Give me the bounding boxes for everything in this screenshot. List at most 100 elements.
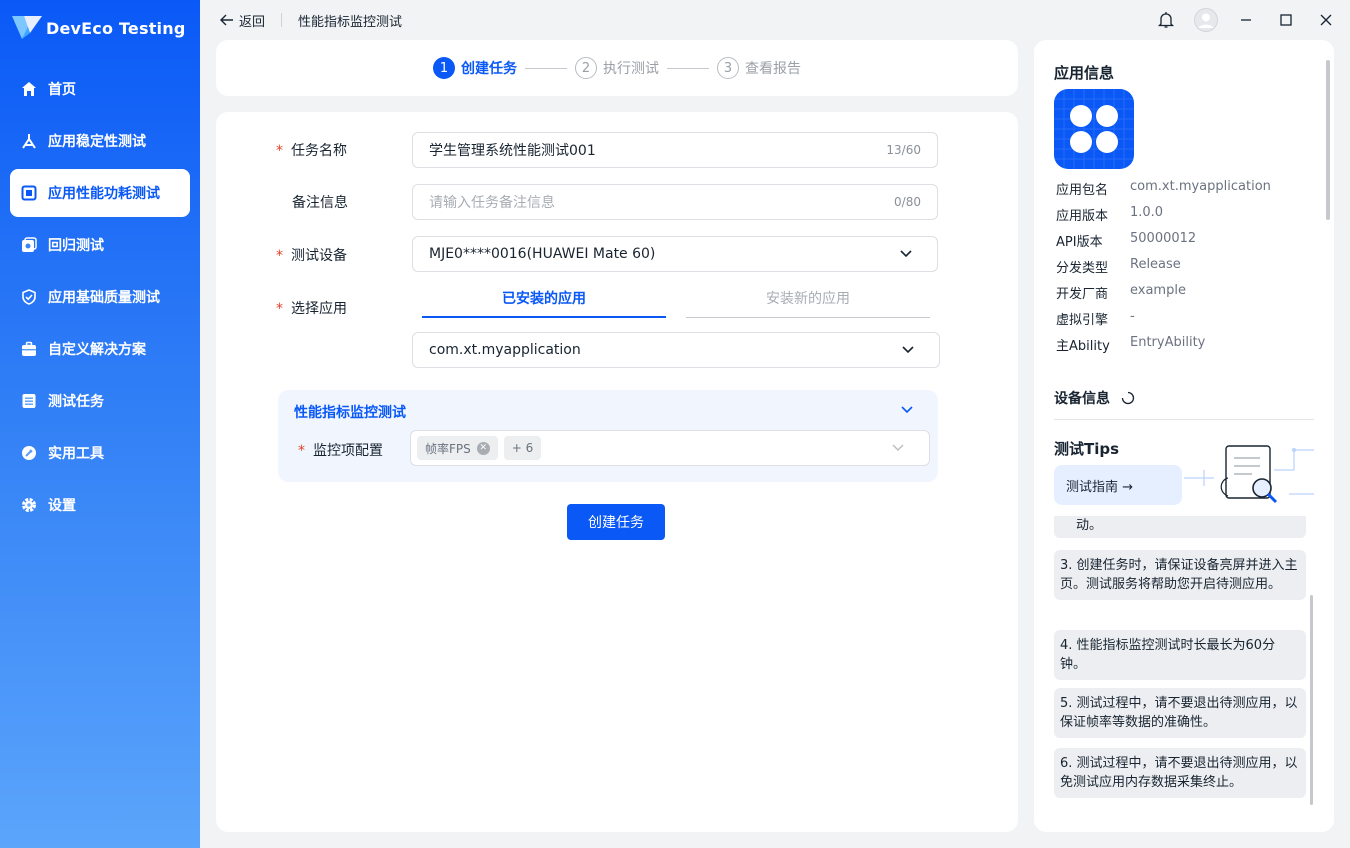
info-key: 分发类型: [1056, 261, 1109, 276]
briefcase-icon: [20, 340, 38, 358]
user-avatar-button[interactable]: [1186, 0, 1226, 40]
stability-icon: [20, 132, 38, 150]
required-mark: *: [276, 301, 283, 317]
monitor-items-select[interactable]: 帧率FPS ✕ + 6: [410, 430, 930, 466]
sidebar-item-label: 应用基础质量测试: [48, 290, 160, 306]
info-row-package: 应用包名 com.xt.myapplication: [1056, 179, 1271, 198]
stepper: 1 创建任务 2 执行测试 3 查看报告: [216, 40, 1018, 96]
info-row-version: 应用版本 1.0.0: [1056, 205, 1163, 224]
info-key: 主Ability: [1056, 339, 1110, 354]
step-connector: [667, 67, 709, 69]
gear-icon: [20, 496, 38, 514]
create-task-form: * 任务名称 学生管理系统性能测试001 13/60 备注信息 请输入任务备注信息…: [216, 112, 1018, 832]
step-label: 执行测试: [603, 61, 659, 77]
sidebar-item-label: 设置: [48, 498, 76, 514]
required-mark: *: [276, 248, 283, 264]
page-title: 性能指标监控测试: [298, 14, 403, 30]
task-name-input[interactable]: 学生管理系统性能测试001 13/60: [412, 132, 938, 168]
info-value: EntryAbility: [1130, 335, 1206, 350]
monitor-panel-title: 性能指标监控测试: [294, 405, 406, 421]
info-row-distribution: 分发类型 Release: [1056, 257, 1181, 276]
window-controls: [1146, 0, 1350, 40]
arrow-left-icon: [220, 14, 233, 26]
required-mark: *: [276, 143, 283, 159]
remark-label: 备注信息: [292, 195, 348, 211]
char-counter: 13/60: [886, 143, 921, 157]
tip-item: 动。: [1054, 516, 1306, 538]
sidebar-item-home[interactable]: 首页: [10, 65, 190, 113]
char-counter: 0/80: [894, 195, 921, 209]
tip-item: 4. 性能指标监控测试时长最长为60分钟。: [1054, 630, 1306, 680]
info-value: com.xt.myapplication: [1130, 179, 1271, 194]
deveco-logo-icon: [10, 13, 44, 43]
remark-input[interactable]: 请输入任务备注信息 0/80: [412, 184, 938, 220]
device-label: * 测试设备: [276, 245, 347, 265]
step-label: 创建任务: [461, 61, 517, 77]
step-number: 1: [433, 57, 455, 79]
maximize-button[interactable]: [1266, 0, 1306, 40]
sidebar-item-performance[interactable]: 应用性能功耗测试: [10, 169, 190, 217]
monitor-config-panel: 性能指标监控测试 * 监控项配置 帧率FPS ✕ + 6: [278, 390, 938, 482]
sidebar-item-label: 回归测试: [48, 238, 104, 254]
regression-icon: [20, 236, 38, 254]
sidebar-item-stability[interactable]: 应用稳定性测试: [10, 117, 190, 165]
titlebar-divider: [281, 13, 283, 27]
step-number: 2: [575, 57, 597, 79]
app-select-label: * 选择应用: [276, 298, 347, 318]
device-info-title: 设备信息: [1054, 388, 1135, 408]
sidebar-item-tools[interactable]: 实用工具: [10, 429, 190, 477]
step-number: 3: [717, 57, 739, 79]
step-view-report: 3 查看报告: [717, 57, 801, 79]
step-run-test: 2 执行测试: [575, 57, 659, 79]
minimize-button[interactable]: [1226, 0, 1266, 40]
chevron-down-icon[interactable]: [900, 405, 914, 415]
label-text: 监控项配置: [313, 443, 383, 459]
sidebar-item-label: 测试任务: [48, 394, 104, 410]
sidebar-item-label: 应用稳定性测试: [48, 134, 146, 150]
tips-title: 测试Tips: [1054, 440, 1120, 458]
app-value: com.xt.myapplication: [429, 342, 581, 358]
label-text: 测试设备: [291, 248, 347, 264]
more-tags-badge: + 6: [503, 436, 542, 460]
monitor-config-label: * 监控项配置: [298, 440, 383, 460]
loading-spinner-icon: [1121, 391, 1134, 405]
tab-install-new-app[interactable]: 安装新的应用: [686, 286, 930, 318]
titlebar: 返回 性能指标监控测试: [200, 0, 1350, 40]
label-text: 任务名称: [291, 143, 347, 159]
tag-remove-icon[interactable]: ✕: [476, 441, 490, 455]
info-row-main-ability: 主Ability EntryAbility: [1056, 335, 1205, 354]
document-search-illustration: [1184, 445, 1314, 504]
app-name: DevEco Testing: [46, 18, 186, 38]
create-task-button[interactable]: 创建任务: [567, 504, 665, 540]
info-row-api: API版本 50000012: [1056, 231, 1196, 250]
close-button[interactable]: [1306, 0, 1346, 40]
app-logo: DevEco Testing: [10, 12, 185, 44]
close-icon: [1320, 14, 1332, 26]
task-name-value: 学生管理系统性能测试001: [429, 143, 596, 159]
sidebar-item-custom-solution[interactable]: 自定义解决方案: [10, 325, 190, 373]
tools-icon: [20, 444, 38, 462]
sidebar-item-label: 自定义解决方案: [48, 342, 146, 358]
info-key: 应用版本: [1056, 209, 1109, 224]
device-select[interactable]: MJE0****0016(HUAWEI Mate 60): [412, 236, 938, 272]
sidebar-item-regression[interactable]: 回归测试: [10, 221, 190, 269]
sidebar-item-label: 实用工具: [48, 446, 104, 462]
panel-scrollbar[interactable]: [1326, 60, 1330, 220]
info-value: -: [1130, 309, 1135, 324]
tips-scrollbar[interactable]: [1310, 595, 1313, 805]
chevron-down-icon: [900, 250, 912, 258]
tip-item: 5. 测试过程中，请不要退出待测应用，以保证帧率等数据的准确性。: [1054, 688, 1306, 738]
tip-item: 6. 测试过程中，请不要退出待测应用，以免测试应用内存数据采集终止。: [1054, 748, 1306, 798]
app-select[interactable]: com.xt.myapplication: [412, 332, 940, 368]
maximize-icon: [1280, 14, 1292, 26]
sidebar-item-settings[interactable]: 设置: [10, 481, 190, 529]
notification-button[interactable]: [1146, 0, 1186, 40]
sidebar-item-test-tasks[interactable]: 测试任务: [10, 377, 190, 425]
tab-installed-apps[interactable]: 已安装的应用: [422, 286, 666, 318]
sidebar-item-quality[interactable]: 应用基础质量测试: [10, 273, 190, 321]
minimize-icon: [1241, 19, 1251, 21]
step-label: 查看报告: [745, 61, 801, 77]
back-button[interactable]: 返回: [220, 11, 265, 30]
quality-check-icon: [20, 288, 38, 306]
test-guide-button[interactable]: 测试指南 →: [1054, 465, 1182, 505]
